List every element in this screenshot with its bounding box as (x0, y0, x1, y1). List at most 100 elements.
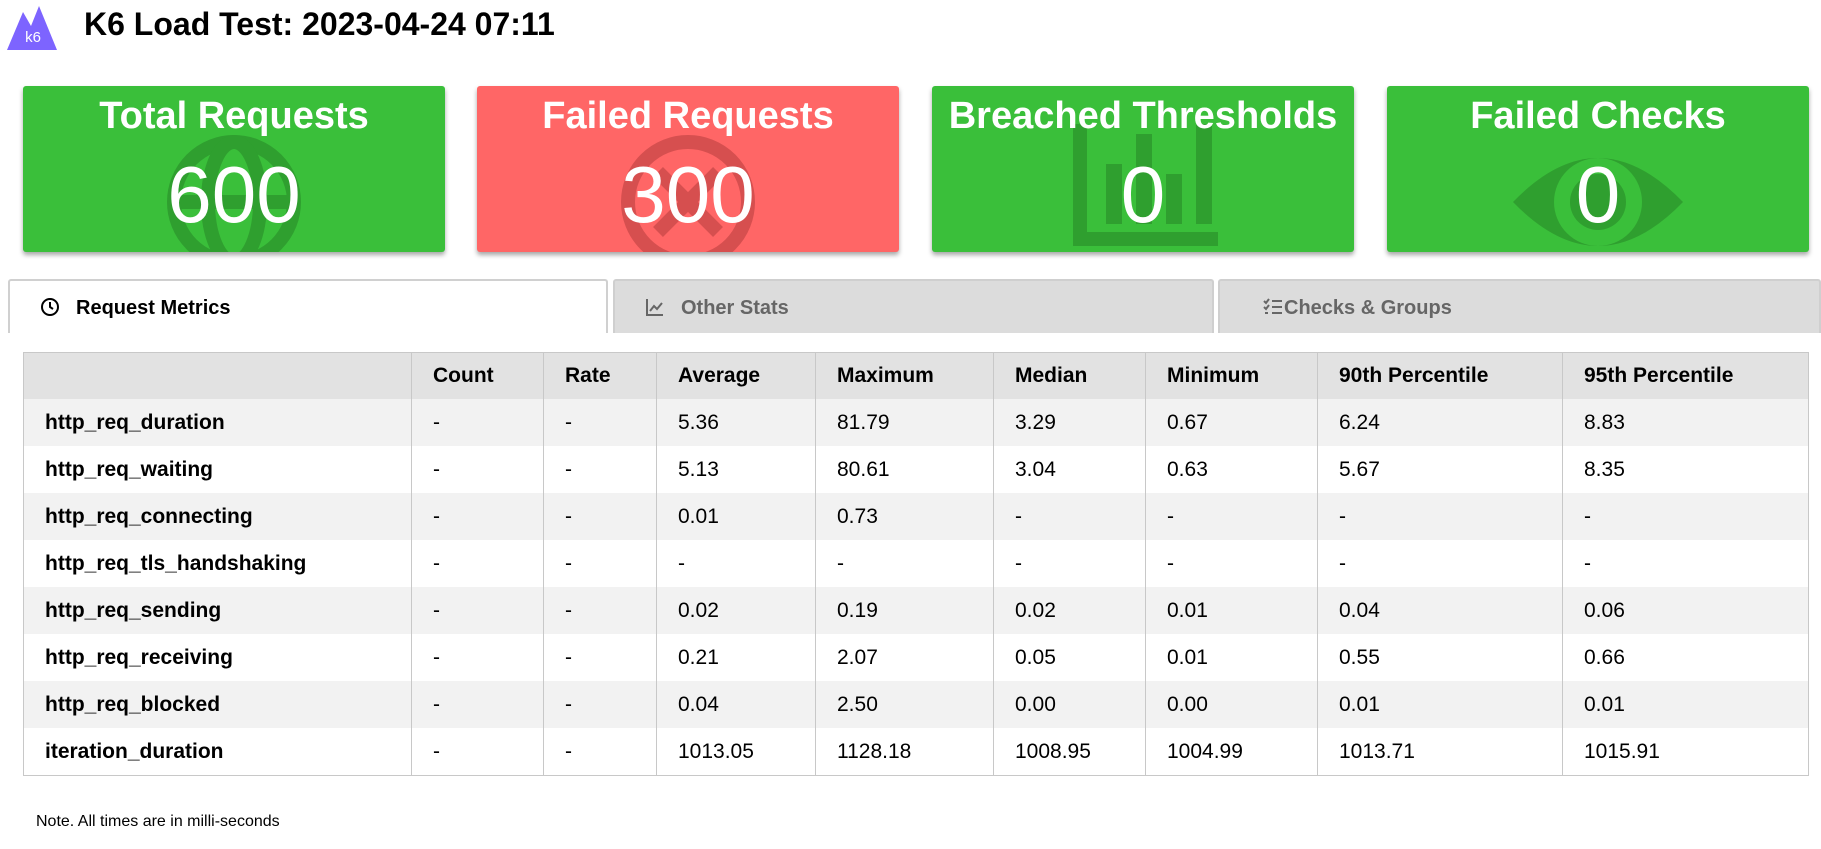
metric-value-cell: 0.04 (1317, 587, 1563, 634)
table-row: http_req_receiving - -0.21 2.07 0.05 0.01 0.55… (23, 634, 1809, 681)
metric-value-cell: 0.04 (656, 681, 816, 728)
metric-value-cell: - (1562, 540, 1809, 587)
table-row: http_req_connecting - -0.01 0.73- - - - (23, 493, 1809, 540)
page-title: K6 Load Test: 2023-04-24 07:11 (84, 6, 555, 42)
metric-value-cell: - (1317, 493, 1563, 540)
metric-value-cell: 6.24 (1317, 399, 1563, 446)
metric-value-cell: 3.29 (993, 399, 1146, 446)
column-header: Maximum (815, 352, 994, 399)
metric-value-cell: 1013.71 (1317, 728, 1563, 776)
tab-other-stats[interactable]: Other Stats (613, 279, 1214, 333)
metric-value-cell: 0.66 (1562, 634, 1809, 681)
metric-value-cell: - (411, 681, 544, 728)
column-header: 95th Percentile (1562, 352, 1809, 399)
metric-value-cell: 0.67 (1145, 399, 1318, 446)
metric-value-cell: 5.36 (656, 399, 816, 446)
metric-value-cell: - (543, 728, 657, 776)
metric-value-cell: 0.01 (1317, 681, 1563, 728)
column-header (23, 352, 412, 399)
table-row: http_req_waiting - -5.13 80.61 3.04 0.63 5.67 8… (23, 446, 1809, 493)
metric-value-cell: - (543, 493, 657, 540)
table-row: http_req_duration - -5.36 81.79 3.29 0.67 6.24… (23, 399, 1809, 446)
column-header: Rate (543, 352, 657, 399)
table-row: iteration_duration - -1013.05 1128.18 1008.9… (23, 728, 1809, 776)
metric-value-cell: 0.73 (815, 493, 994, 540)
metric-value-cell: 0.55 (1317, 634, 1563, 681)
metric-name-cell: http_req_blocked (23, 681, 412, 728)
metric-value-cell: - (411, 540, 544, 587)
metric-value-cell: - (543, 540, 657, 587)
metric-value-cell: 1008.95 (993, 728, 1146, 776)
metric-value-cell: 2.50 (815, 681, 994, 728)
metric-value-cell: 5.67 (1317, 446, 1563, 493)
tab-checks-groups[interactable]: Checks & Groups (1218, 279, 1821, 333)
request-metrics-table-wrapper: Count Rate Average Maximum Median Minimu… (23, 352, 1809, 776)
metric-value-cell: 1004.99 (1145, 728, 1318, 776)
tab-request-metrics[interactable]: Request Metrics (8, 279, 608, 333)
metric-value-cell: - (411, 634, 544, 681)
metric-name-cell: http_req_connecting (23, 493, 412, 540)
metric-value-cell: - (543, 446, 657, 493)
clock-icon (41, 298, 59, 316)
metric-value-cell: - (411, 399, 544, 446)
column-header: Average (656, 352, 816, 399)
metric-value-cell: - (411, 587, 544, 634)
card-title: Failed Requests (542, 95, 834, 137)
column-header: Count (411, 352, 544, 399)
tab-label: Checks & Groups (1284, 297, 1452, 319)
metric-value-cell: 0.00 (1145, 681, 1318, 728)
card-failed-checks: Failed Checks 0 (1387, 86, 1809, 252)
metric-value-cell: - (1317, 540, 1563, 587)
summary-cards: Total Requests 600 Failed Requests 300 B… (23, 86, 1809, 252)
metric-value-cell: 80.61 (815, 446, 994, 493)
metric-value-cell: - (411, 446, 544, 493)
metric-value-cell: 0.01 (1562, 681, 1809, 728)
metric-value-cell: 81.79 (815, 399, 994, 446)
card-value: 600 (167, 150, 301, 239)
tab-label: Other Stats (681, 297, 789, 319)
metric-value-cell: 0.01 (1145, 587, 1318, 634)
card-failed-requests: Failed Requests 300 (477, 86, 899, 252)
table-row: http_req_blocked - -0.04 2.50 0.00 0.00 0.01 0.… (23, 681, 1809, 728)
metric-value-cell: 0.01 (656, 493, 816, 540)
metric-value-cell: - (411, 728, 544, 776)
metric-name-cell: http_req_receiving (23, 634, 412, 681)
line-chart-icon (646, 299, 663, 316)
metric-name-cell: http_req_waiting (23, 446, 412, 493)
metric-value-cell: 0.63 (1145, 446, 1318, 493)
metric-value-cell: 8.83 (1562, 399, 1809, 446)
metric-value-cell: 0.05 (993, 634, 1146, 681)
metric-value-cell: 0.02 (656, 587, 816, 634)
metric-value-cell: - (815, 540, 994, 587)
metric-value-cell: - (1145, 540, 1318, 587)
card-value: 300 (621, 150, 755, 239)
metric-value-cell: - (411, 493, 544, 540)
tab-bar: Request Metrics Other Stats Checks & Gro… (8, 279, 1821, 335)
metric-value-cell: - (1145, 493, 1318, 540)
k6-logo: k6 (7, 6, 57, 50)
metric-name-cell: http_req_sending (23, 587, 412, 634)
svg-text:k6: k6 (25, 29, 41, 46)
checklist-icon (1263, 298, 1282, 314)
card-breached-thresholds: Breached Thresholds 0 (932, 86, 1354, 252)
metric-value-cell: - (993, 540, 1146, 587)
metric-value-cell: 0.01 (1145, 634, 1318, 681)
metric-value-cell: 0.00 (993, 681, 1146, 728)
table-row: http_req_tls_handshaking - - - - - - - - (23, 540, 1809, 587)
card-title: Breached Thresholds (948, 95, 1338, 137)
metric-value-cell: - (543, 399, 657, 446)
metric-value-cell: - (656, 540, 816, 587)
card-title: Failed Checks (1470, 95, 1726, 137)
page-header: k6 K6 Load Test: 2023-04-24 07:11 (0, 0, 1821, 60)
card-value: 0 (1120, 150, 1166, 239)
request-metrics-table: Count Rate Average Maximum Median Minimu… (23, 352, 1809, 776)
metric-value-cell: 0.02 (993, 587, 1146, 634)
table-header-row: Count Rate Average Maximum Median Minimu… (23, 352, 1809, 399)
metric-value-cell: 5.13 (656, 446, 816, 493)
column-header: 90th Percentile (1317, 352, 1563, 399)
metric-value-cell: - (1562, 493, 1809, 540)
metric-value-cell: 1128.18 (815, 728, 994, 776)
metric-name-cell: http_req_tls_handshaking (23, 540, 412, 587)
card-total-requests: Total Requests 600 (23, 86, 445, 252)
metric-value-cell: 0.21 (656, 634, 816, 681)
